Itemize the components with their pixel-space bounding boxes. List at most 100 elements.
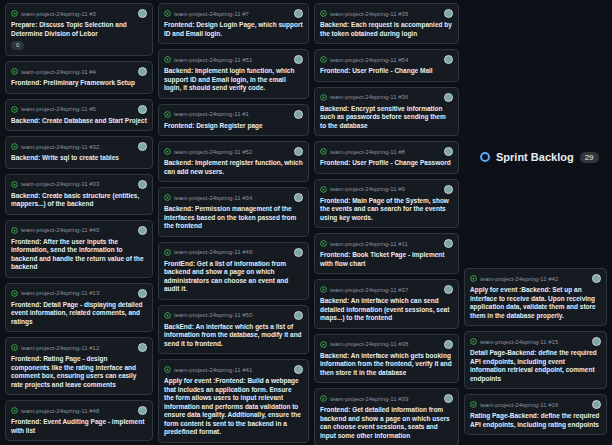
issue-title[interactable]: Frontend: Detail Page - displaying detai…: [11, 301, 147, 327]
issue-reference[interactable]: team-project-24spring-11 #52: [174, 149, 291, 155]
assignee-avatar-icon[interactable]: [444, 185, 453, 194]
issue-reference[interactable]: team-project-24spring-11 #11: [330, 241, 441, 247]
issue-reference[interactable]: team-project-24spring-11 #39: [330, 396, 441, 402]
issue-card[interactable]: team-project-24spring-11 #35 Backend: Eac…: [314, 3, 459, 44]
issue-card[interactable]: team-project-24spring-11 #4 Frontend: Pre…: [5, 61, 153, 94]
issue-title[interactable]: Backend: Implement login function, which…: [164, 67, 303, 93]
issue-reference[interactable]: team-project-24spring-11 #37: [330, 287, 441, 293]
assignee-avatar-icon[interactable]: [444, 239, 453, 248]
issue-reference[interactable]: team-project-24spring-11 #1: [174, 111, 291, 117]
issue-title[interactable]: Frontend: Preliminary Framework Setup: [11, 79, 147, 88]
issue-reference[interactable]: team-project-24spring-11 #41: [174, 367, 291, 373]
assignee-avatar-icon[interactable]: [294, 9, 303, 18]
issue-reference[interactable]: team-project-24spring-11 #15: [480, 339, 589, 345]
issue-title[interactable]: Backend: Each request is accompanied by …: [320, 21, 453, 38]
issue-reference[interactable]: team-project-24spring-11 #35: [330, 11, 441, 17]
assignee-avatar-icon[interactable]: [294, 55, 303, 64]
issue-card[interactable]: team-project-24spring-11 #15 Detail Page-…: [464, 331, 607, 389]
assignee-avatar-icon[interactable]: [444, 285, 453, 294]
issue-card[interactable]: team-project-24spring-11 #41 Apply for ev…: [158, 359, 309, 443]
issue-reference[interactable]: team-project-24spring-11 #38: [330, 341, 441, 347]
issue-reference[interactable]: team-project-24spring-11 #40: [21, 227, 135, 233]
issue-reference[interactable]: team-project-24spring-11 #33: [21, 181, 135, 187]
issue-card[interactable]: team-project-24spring-11 #1 Frontend: Des…: [158, 104, 309, 137]
issue-card[interactable]: team-project-24spring-11 #37 Backend: An …: [314, 279, 459, 329]
assignee-avatar-icon[interactable]: [444, 340, 453, 349]
issue-card[interactable]: team-project-24spring-11 #42 Apply for ev…: [464, 268, 607, 326]
issue-card[interactable]: team-project-24spring-11 #40 Frontend: Af…: [5, 220, 153, 278]
issue-title[interactable]: Backend: Create Database and Start Proje…: [11, 117, 147, 126]
issue-reference[interactable]: team-project-24spring-11 #49: [174, 249, 291, 255]
issue-card[interactable]: team-project-24spring-11 #9 Frontend: Mai…: [314, 179, 459, 229]
assignee-avatar-icon[interactable]: [294, 365, 303, 374]
assignee-avatar-icon[interactable]: [592, 400, 601, 409]
issue-card[interactable]: team-project-24spring-11 #51Backend: Imp…: [158, 49, 309, 99]
issue-reference[interactable]: team-project-24spring-11 #9: [330, 186, 441, 192]
issue-reference[interactable]: team-project-24spring-11 #3: [21, 11, 135, 17]
issue-reference[interactable]: team-project-24spring-11 #8: [330, 149, 441, 155]
issue-reference[interactable]: team-project-24spring-11 #50: [174, 312, 291, 318]
issue-card[interactable]: team-project-24spring-11 #13 Frontend: De…: [5, 283, 153, 333]
issue-card[interactable]: team-project-24spring-11 #11 Frontend: Bo…: [314, 233, 459, 274]
issue-card[interactable]: team-project-24spring-11 #39Frontend: Ge…: [314, 388, 459, 445]
issue-title[interactable]: Frontend: Main Page of the System, show …: [320, 197, 453, 223]
assignee-avatar-icon[interactable]: [138, 67, 147, 76]
issue-reference[interactable]: team-project-24spring-11 #16: [480, 402, 589, 408]
issue-title[interactable]: Detail Page-Backend: define the required…: [470, 349, 601, 383]
issue-reference[interactable]: team-project-24spring-11 #13: [21, 290, 135, 296]
issue-title[interactable]: Frontend: User Profile - Change Password: [320, 159, 453, 168]
issue-card[interactable]: team-project-24spring-11 #52 Backend: Imp…: [158, 141, 309, 182]
issue-reference[interactable]: team-project-24spring-11 #42: [480, 276, 589, 282]
issue-card[interactable]: team-project-24spring-11 #54Frontend: Us…: [314, 49, 459, 82]
assignee-avatar-icon[interactable]: [294, 248, 303, 257]
assignee-avatar-icon[interactable]: [592, 274, 601, 283]
issue-card[interactable]: team-project-24spring-11 #33 Backend: Cre…: [5, 174, 153, 215]
issue-card[interactable]: team-project-24spring-11 #36Backend: Enc…: [314, 87, 459, 137]
issue-card[interactable]: team-project-24spring-11 #7Frontend: Des…: [158, 3, 309, 44]
issue-reference[interactable]: team-project-24spring-11 #54: [330, 57, 441, 63]
issue-reference[interactable]: team-project-24spring-11 #12: [21, 345, 135, 351]
issue-reference[interactable]: team-project-24spring-11 #4: [21, 69, 135, 75]
issue-title[interactable]: Frontend: Design Register page: [164, 122, 303, 131]
issue-reference[interactable]: team-project-24spring-11 #5: [21, 106, 135, 112]
issue-title[interactable]: Apply for event :Frontend: Build a webpa…: [164, 377, 303, 437]
issue-reference[interactable]: team-project-24spring-11 #34: [174, 195, 291, 201]
assignee-avatar-icon[interactable]: [138, 343, 147, 352]
assignee-avatar-icon[interactable]: [294, 147, 303, 156]
assignee-avatar-icon[interactable]: [138, 142, 147, 151]
assignee-avatar-icon[interactable]: [294, 110, 303, 119]
issue-title[interactable]: BackEnd: An interface which gets a list …: [164, 323, 303, 349]
issue-card[interactable]: team-project-24spring-11 #5 Backend: Crea…: [5, 99, 153, 132]
issue-card[interactable]: team-project-24spring-11 #8 Frontend: Use…: [314, 141, 459, 174]
issue-title[interactable]: Frontend: Book Ticket Page - implement w…: [320, 251, 453, 268]
issue-card[interactable]: team-project-24spring-11 #16 Rating Page-…: [464, 394, 607, 435]
issue-reference[interactable]: team-project-24spring-11 #36: [330, 94, 441, 100]
issue-title[interactable]: Frontend: Design Login Page, which suppo…: [164, 21, 303, 38]
issue-card[interactable]: team-project-24spring-11 #12 Frontend: Ra…: [5, 337, 153, 395]
assignee-avatar-icon[interactable]: [138, 9, 147, 18]
assignee-avatar-icon[interactable]: [444, 394, 453, 403]
assignee-avatar-icon[interactable]: [138, 406, 147, 415]
assignee-avatar-icon[interactable]: [294, 193, 303, 202]
assignee-avatar-icon[interactable]: [294, 311, 303, 320]
issue-title[interactable]: Backend: Implement register function, wh…: [164, 159, 303, 176]
issue-reference[interactable]: team-project-24spring-11 #48: [21, 408, 135, 414]
assignee-avatar-icon[interactable]: [444, 9, 453, 18]
issue-card[interactable]: team-project-24spring-11 #32 Backend: Wri…: [5, 136, 153, 169]
issue-title[interactable]: Rating Page-Backend: define the required…: [470, 412, 601, 429]
issue-title[interactable]: Backend: An interface which gets booking…: [320, 352, 453, 378]
issue-title[interactable]: Backend: Permission management of the in…: [164, 205, 303, 231]
issue-title[interactable]: Frontend: Event Auditing Page - implemen…: [11, 418, 147, 435]
assignee-avatar-icon[interactable]: [592, 337, 601, 346]
issue-title[interactable]: Frontend: After the user inputs the info…: [11, 238, 147, 272]
issue-title[interactable]: Backend: Write sql to create tables: [11, 154, 147, 163]
issue-title[interactable]: Frontend: Rating Page - design component…: [11, 355, 147, 389]
issue-reference[interactable]: team-project-24spring-11 #32: [21, 144, 135, 150]
issue-title[interactable]: Apply for event :Backend: Set up an inte…: [470, 286, 601, 320]
assignee-avatar-icon[interactable]: [138, 180, 147, 189]
issue-title[interactable]: Backend: An interface which can send det…: [320, 297, 453, 323]
issue-card[interactable]: team-project-24spring-11 #34 Backend: Per…: [158, 187, 309, 237]
assignee-avatar-icon[interactable]: [444, 93, 453, 102]
issue-title[interactable]: Backend: Create basic structure (entitie…: [11, 192, 147, 209]
assignee-avatar-icon[interactable]: [444, 147, 453, 156]
